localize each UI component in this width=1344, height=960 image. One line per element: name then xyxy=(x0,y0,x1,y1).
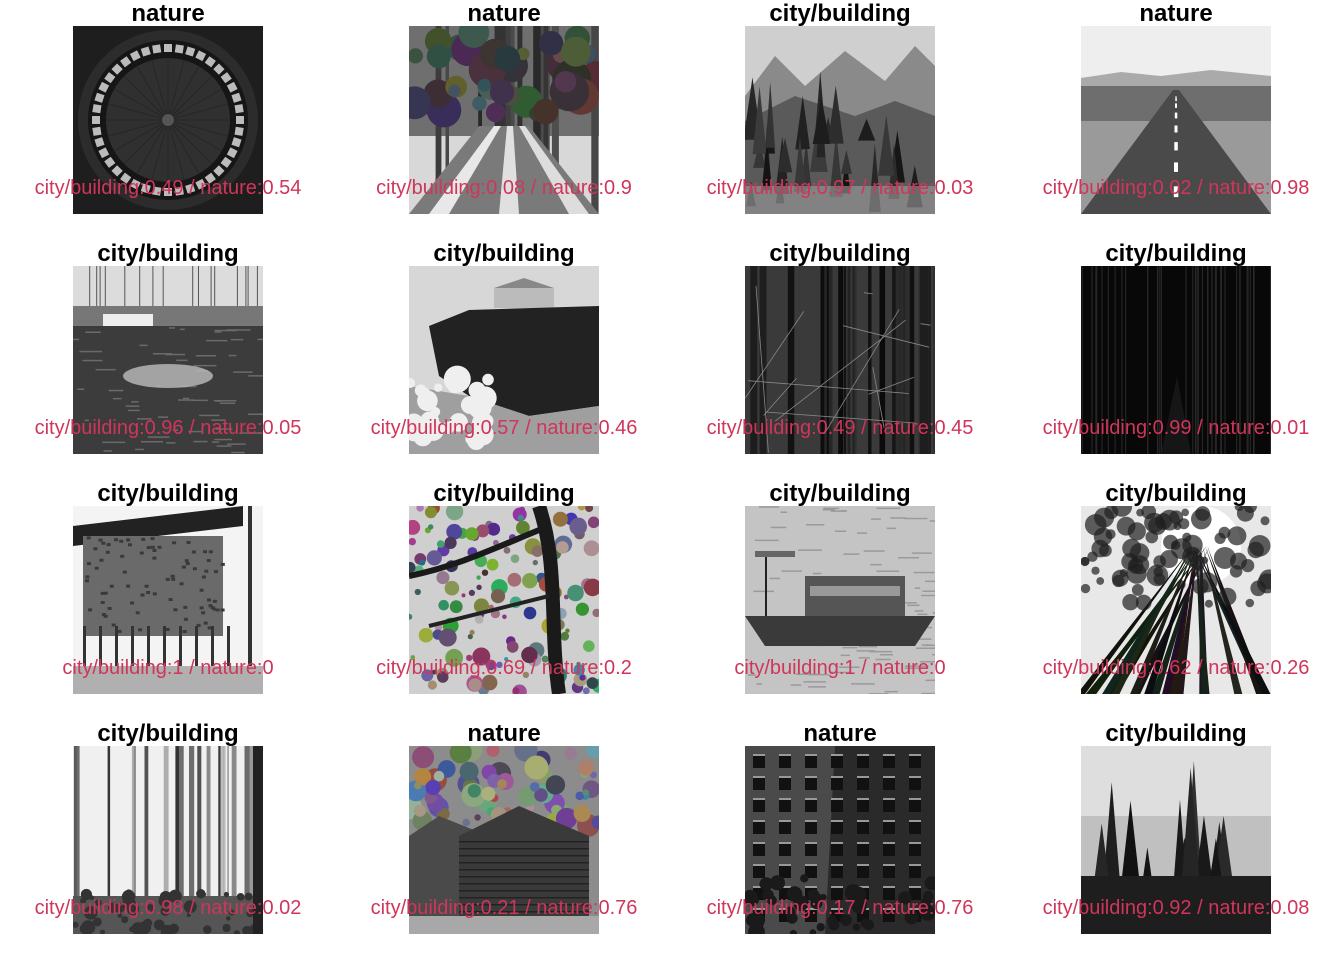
image-panel: city/building city/building:1 / nature:0 xyxy=(672,480,1008,720)
panel-title: nature xyxy=(131,0,205,27)
image-panel: city/building city/building:0.96 / nature… xyxy=(0,240,336,480)
panel-title: city/building xyxy=(769,240,911,267)
panel-title: city/building xyxy=(433,240,575,267)
panel-score-caption: city/building:0.02 / nature:0.98 xyxy=(1042,177,1310,199)
panel-title: nature xyxy=(467,720,541,747)
panel-score-caption: city/building:0.49 / nature:0.45 xyxy=(706,417,974,439)
panel-score-caption: city/building:0.92 / nature:0.08 xyxy=(1042,897,1310,919)
panel-score-caption: city/building:0.49 / nature:0.54 xyxy=(34,177,302,199)
panel-title: nature xyxy=(1139,0,1213,27)
image-panel: city/building city/building:0.97 / nature… xyxy=(672,0,1008,240)
panel-title: city/building xyxy=(769,480,911,507)
panel-score-caption: city/building:0.08 / nature:0.9 xyxy=(376,177,632,199)
panel-score-caption: city/building:0.98 / nature:0.02 xyxy=(34,897,302,919)
panel-title: city/building xyxy=(97,240,239,267)
image-panel: city/building city/building:0.62 / nature… xyxy=(1008,480,1344,720)
panel-title: nature xyxy=(803,720,877,747)
panel-score-caption: city/building:0.97 / nature:0.03 xyxy=(706,177,974,199)
panel-title: city/building xyxy=(769,0,911,27)
image-panel: city/building city/building:1 / nature:0 xyxy=(0,480,336,720)
panel-title: nature xyxy=(467,0,541,27)
panel-score-caption: city/building:1 / nature:0 xyxy=(62,657,274,679)
panel-title: city/building xyxy=(433,480,575,507)
image-panel: nature city/building:0.17 / nature:0.76 xyxy=(672,720,1008,960)
panel-score-caption: city/building:0.62 / nature:0.26 xyxy=(1042,657,1310,679)
panel-title: city/building xyxy=(97,480,239,507)
image-panel: nature city/building:0.21 / nature:0.76 xyxy=(336,720,672,960)
panel-title: city/building xyxy=(1105,480,1247,507)
image-panel: city/building city/building:0.49 / nature… xyxy=(672,240,1008,480)
panel-title: city/building xyxy=(1105,720,1247,747)
image-panel: city/building city/building:0.57 / nature… xyxy=(336,240,672,480)
panel-title: city/building xyxy=(1105,240,1247,267)
image-classification-grid: nature city/building:0.49 / nature:0.54 na… xyxy=(0,0,1344,960)
image-panel: city/building city/building:0.92 / nature… xyxy=(1008,720,1344,960)
panel-score-caption: city/building:0.57 / nature:0.46 xyxy=(370,417,638,439)
panel-score-caption: city/building:0.21 / nature:0.76 xyxy=(370,897,638,919)
image-panel: city/building city/building:0.99 / nature… xyxy=(1008,240,1344,480)
image-panel: city/building city/building:0.98 / nature… xyxy=(0,720,336,960)
image-panel: nature city/building:0.08 / nature:0.9 xyxy=(336,0,672,240)
panel-score-caption: city/building:0.69 / nature:0.2 xyxy=(376,657,632,679)
panel-score-caption: city/building:0.99 / nature:0.01 xyxy=(1042,417,1310,439)
panel-score-caption: city/building:0.17 / nature:0.76 xyxy=(706,897,974,919)
panel-score-caption: city/building:1 / nature:0 xyxy=(734,657,946,679)
panel-score-caption: city/building:0.96 / nature:0.05 xyxy=(34,417,302,439)
image-panel: nature city/building:0.02 / nature:0.98 xyxy=(1008,0,1344,240)
panel-title: city/building xyxy=(97,720,239,747)
image-panel: nature city/building:0.49 / nature:0.54 xyxy=(0,0,336,240)
image-panel: city/building city/building:0.69 / nature… xyxy=(336,480,672,720)
